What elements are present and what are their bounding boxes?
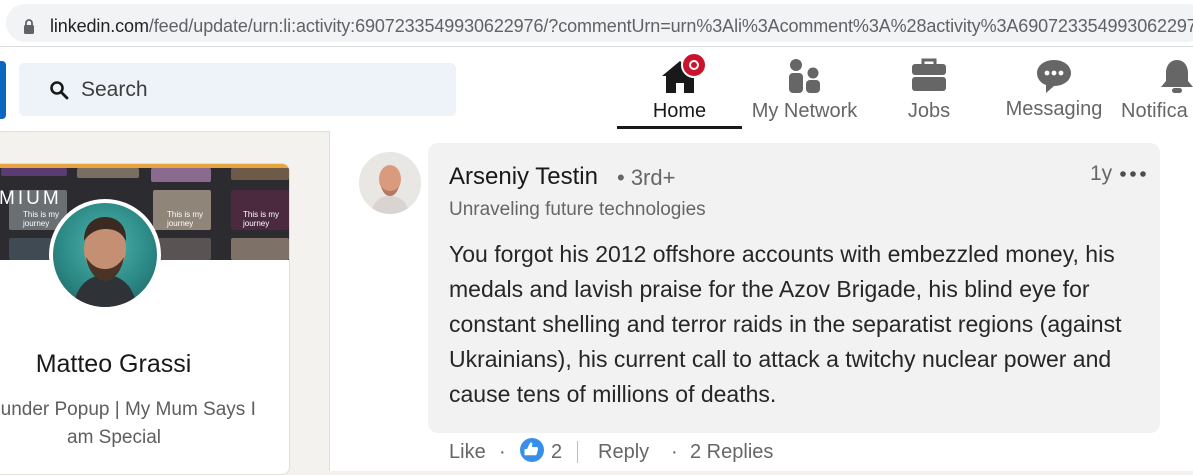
- nav-notifications-label: Notifica: [1121, 100, 1188, 122]
- notification-badge: [681, 52, 707, 78]
- commenter-avatar[interactable]: [359, 152, 421, 214]
- comment-timestamp[interactable]: 1y: [1090, 162, 1112, 186]
- active-underline: [617, 126, 742, 129]
- address-field[interactable]: linkedin.com/feed/update/urn:li:activity…: [6, 4, 1193, 42]
- search-bar[interactable]: Search: [19, 63, 456, 116]
- nav-my-network-label: My Network: [751, 100, 858, 122]
- thumbs-up-icon: [524, 442, 539, 456]
- cover-tile-text: This is my journey: [167, 210, 203, 228]
- more-options-icon[interactable]: [1120, 171, 1146, 177]
- browser-url-bar: linkedin.com/feed/update/urn:li:activity…: [0, 0, 1193, 47]
- like-count[interactable]: 2: [551, 441, 562, 464]
- feed-column: Arseniy Testin • 3rd+ 1y Unraveling futu…: [329, 131, 1193, 471]
- linkedin-logo-icon[interactable]: [0, 61, 6, 119]
- briefcase-icon: [912, 58, 946, 91]
- replies-link[interactable]: 2 Replies: [690, 441, 773, 464]
- nav-jobs-label: Jobs: [907, 100, 951, 122]
- profile-avatar[interactable]: [49, 199, 161, 311]
- lock-icon: [24, 19, 34, 34]
- nav-notifications[interactable]: Notifica: [1117, 47, 1193, 131]
- profile-photo: [73, 217, 137, 307]
- connection-degree: • 3rd+: [617, 165, 676, 190]
- nav-jobs[interactable]: Jobs: [867, 47, 991, 131]
- cover-tile-text: This is my journey: [243, 210, 279, 228]
- profile-name[interactable]: Matteo Grassi: [0, 350, 236, 379]
- global-nav: Search Home My Network Jobs Messaging No…: [0, 47, 1193, 132]
- reply-button[interactable]: Reply: [598, 441, 649, 464]
- profile-card[interactable]: This is my journey This is my journey Th…: [0, 163, 290, 475]
- nav-messaging[interactable]: Messaging: [991, 47, 1117, 131]
- comment-author-name[interactable]: Arseniy Testin: [449, 163, 598, 191]
- like-reaction-icon[interactable]: [520, 438, 544, 462]
- comment-author-headline: Unraveling future technologies: [449, 199, 706, 220]
- cover-word: MIUM: [0, 188, 62, 209]
- profile-headline: -Founder Popup | My Mum Says I am Specia…: [0, 399, 256, 448]
- bell-icon: [1161, 60, 1193, 93]
- url-path: /feed/update/urn:li:activity:69072335499…: [148, 16, 1193, 36]
- nav-home-label: Home: [652, 100, 707, 122]
- url-host: linkedin.com: [50, 16, 149, 36]
- comment-text: You forgot his 2012 offshore accounts wi…: [449, 241, 1122, 407]
- search-icon: [50, 81, 69, 100]
- nav-home[interactable]: Home: [617, 47, 742, 131]
- url-text: linkedin.com/feed/update/urn:li:activity…: [50, 16, 1193, 37]
- nav-messaging-label: Messaging: [1005, 98, 1103, 120]
- separator-dot: ·: [671, 441, 678, 463]
- nav-my-network[interactable]: My Network: [742, 47, 867, 131]
- commenter-photo: [359, 152, 421, 214]
- separator-dot: ·: [499, 441, 506, 463]
- search-input[interactable]: Search: [81, 78, 148, 102]
- my-network-icon: [788, 59, 820, 93]
- comment-bubble: Arseniy Testin • 3rd+ 1y Unraveling futu…: [428, 143, 1160, 433]
- messaging-icon: [1037, 60, 1071, 93]
- like-button[interactable]: Like: [449, 441, 486, 464]
